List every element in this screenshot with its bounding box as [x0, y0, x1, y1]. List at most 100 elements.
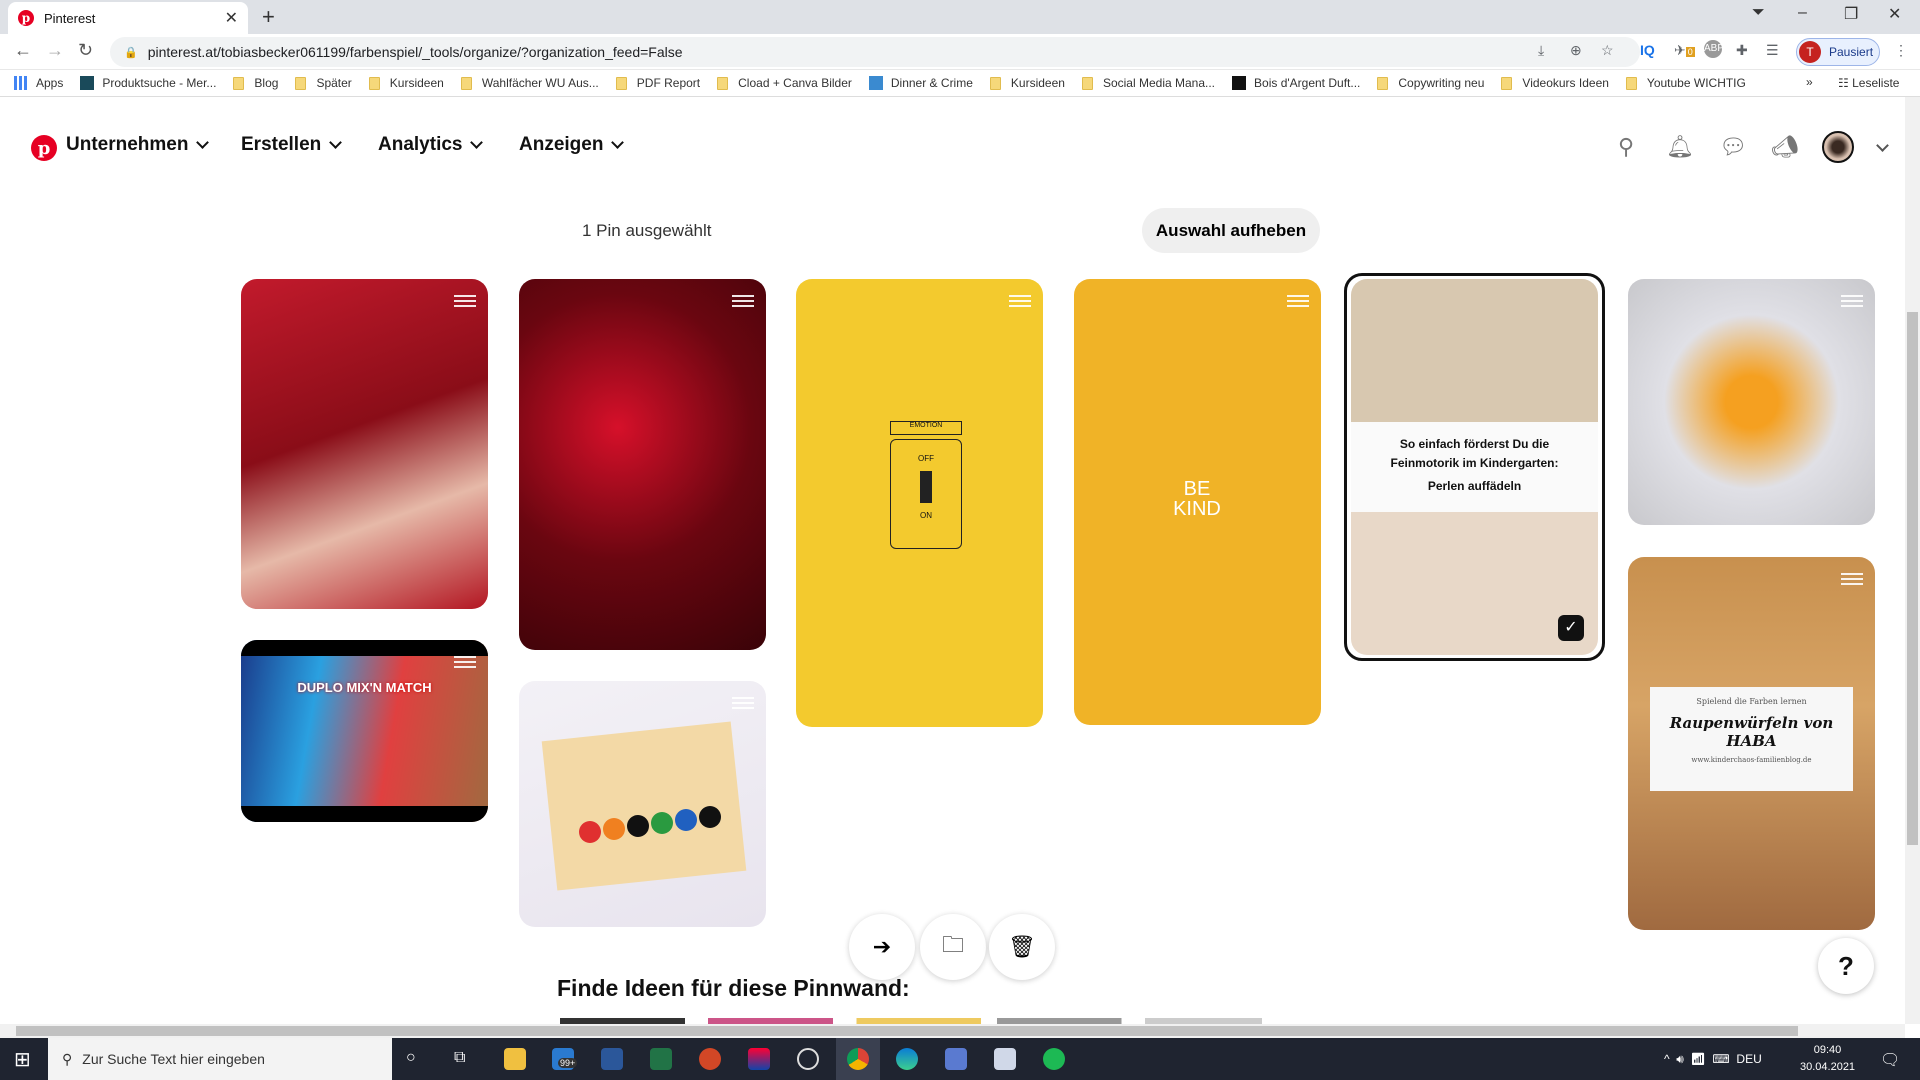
bookmark-item[interactable]: Copywriting neu	[1377, 76, 1484, 90]
language-indicator: DEU	[1736, 1052, 1762, 1066]
bookmark-item[interactable]: Videokurs Ideen	[1501, 76, 1609, 90]
bookmark-item[interactable]: Dinner & Crime	[868, 76, 973, 90]
extension-badge: 0	[1685, 47, 1695, 57]
bookmark-item[interactable]: Youtube WICHTIG	[1625, 76, 1746, 90]
account-chevron-icon[interactable]	[1868, 137, 1889, 155]
drag-handle-icon[interactable]	[1841, 295, 1863, 307]
taskbar-search[interactable]: ⚲ Zur Suche Text hier eingeben	[48, 1038, 392, 1080]
obs-icon[interactable]	[797, 1048, 819, 1070]
bookmark-item[interactable]: Bois d'Argent Duft...	[1232, 76, 1360, 90]
forward-icon[interactable]: →	[46, 40, 64, 61]
nav-erstellen[interactable]: Erstellen	[241, 134, 343, 156]
more-bookmarks-icon[interactable]: »	[1806, 75, 1813, 89]
powerpoint-icon[interactable]	[699, 1048, 721, 1070]
delete-pins-button[interactable]: 🗑︎	[989, 914, 1055, 980]
pin-card[interactable]	[519, 279, 766, 650]
bookmark-item[interactable]: Später	[295, 76, 352, 90]
folder-icon	[460, 76, 472, 90]
cortana-icon[interactable]: ○	[406, 1049, 416, 1067]
close-tab-icon[interactable]: ✕	[225, 8, 238, 28]
system-tray[interactable]: ^ 🔊︎ 📶︎ ⌨ DEU	[1664, 1052, 1762, 1067]
app-icon[interactable]	[994, 1048, 1016, 1070]
nav-unternehmen[interactable]: Unternehmen	[66, 134, 210, 156]
adblock-icon[interactable]: ABP	[1704, 40, 1724, 58]
nav-anzeigen[interactable]: Anzeigen	[519, 134, 625, 156]
reading-list-button[interactable]: ☷ Leseliste	[1838, 76, 1899, 90]
user-avatar[interactable]	[1822, 131, 1854, 163]
reload-icon[interactable]: ↻	[78, 40, 93, 61]
extension-icon[interactable]: ✈ 0	[1674, 42, 1695, 59]
pin-card[interactable]: Spielend die Farben lernen Raupenwürfeln …	[1628, 557, 1875, 930]
tab-search-icon[interactable]: ⏷	[1752, 4, 1765, 22]
app-icon[interactable]	[748, 1048, 770, 1070]
bookmark-item[interactable]: Produktsuche - Mer...	[80, 76, 216, 90]
pin-card[interactable]: DUPLO MIX'N MATCH	[241, 640, 488, 822]
file-explorer-icon[interactable]	[504, 1048, 526, 1070]
iq-extension-icon[interactable]: IQ	[1640, 42, 1655, 58]
site-favicon-icon	[1232, 76, 1247, 90]
puzzle-icon[interactable]: ✚	[1736, 42, 1748, 59]
nav-analytics[interactable]: Analytics	[378, 134, 484, 156]
media-icon[interactable]: ☰	[1766, 42, 1779, 59]
bookmark-item[interactable]: Cload + Canva Bilder	[717, 76, 852, 90]
move-pins-button[interactable]: ➔	[849, 914, 915, 980]
mail-icon[interactable]: 99+	[552, 1048, 578, 1070]
pinterest-logo-icon[interactable]: p	[31, 135, 57, 161]
bookmark-item[interactable]: Kursideen	[989, 76, 1065, 90]
back-icon[interactable]: ←	[14, 40, 32, 61]
bookmark-item[interactable]: Social Media Mana...	[1081, 76, 1215, 90]
drag-handle-icon[interactable]	[1287, 295, 1309, 307]
drag-handle-icon[interactable]	[454, 656, 476, 668]
clock[interactable]: 09:40 30.04.2021	[1800, 1042, 1855, 1076]
menu-icon[interactable]: ⋮	[1894, 42, 1908, 59]
messages-icon[interactable]: 💬︎	[1719, 134, 1747, 160]
address-bar[interactable]: 🔒 pinterest.at/tobiasbecker061199/farben…	[110, 37, 1640, 67]
pin-card[interactable]	[241, 279, 488, 609]
checkmark-icon[interactable]: ✓	[1558, 615, 1584, 641]
bookmark-item[interactable]: Apps	[14, 76, 63, 90]
bookmark-item[interactable]: Wahlfächer WU Aus...	[460, 76, 599, 90]
task-view-icon[interactable]: ⧉	[454, 1049, 465, 1067]
move-icon: ➔	[872, 934, 892, 959]
notifications-icon[interactable]: 🗨︎	[1880, 1050, 1900, 1070]
pin-card[interactable]	[1628, 279, 1875, 525]
drag-handle-icon[interactable]	[1841, 573, 1863, 585]
drag-handle-icon[interactable]	[1009, 295, 1031, 307]
restore-button[interactable]: ❐	[1844, 4, 1858, 24]
folder-icon	[295, 76, 307, 90]
pin-card[interactable]: BE KIND	[1074, 279, 1321, 725]
pin-card[interactable]	[519, 681, 766, 927]
bookmark-item[interactable]: Kursideen	[368, 76, 444, 90]
drag-handle-icon[interactable]	[732, 697, 754, 709]
horizontal-scroll-thumb[interactable]	[16, 1026, 1798, 1036]
install-icon[interactable]: ⤓	[1538, 42, 1544, 59]
excel-icon[interactable]	[650, 1048, 672, 1070]
zoom-icon[interactable]: ⊕	[1570, 42, 1582, 59]
vertical-scroll-thumb[interactable]	[1907, 312, 1918, 845]
close-window-button[interactable]: ✕	[1888, 4, 1901, 24]
pin-card[interactable]: So einfach förderst Du die Feinmotorik im…	[1351, 279, 1598, 655]
spotify-icon[interactable]	[1043, 1048, 1065, 1070]
notifications-bell-icon[interactable]: 🔔︎	[1666, 134, 1694, 160]
drag-handle-icon[interactable]	[732, 295, 754, 307]
announcements-icon[interactable]: 📣︎	[1771, 134, 1799, 160]
new-tab-button[interactable]: +	[262, 4, 275, 30]
pin-title: BE KIND	[1173, 478, 1221, 520]
search-icon[interactable]: ⚲	[1613, 134, 1639, 160]
bookmark-item[interactable]: Blog	[233, 76, 278, 90]
drag-handle-icon[interactable]	[454, 295, 476, 307]
tab-pinterest[interactable]: p Pinterest ✕	[8, 2, 248, 34]
edge-icon[interactable]	[896, 1048, 918, 1070]
profile-button[interactable]: T Pausiert	[1796, 38, 1880, 66]
help-button[interactable]: ?	[1818, 938, 1874, 994]
copy-pins-button[interactable]: 🗀	[920, 914, 986, 980]
chrome-icon[interactable]	[847, 1048, 869, 1070]
pin-card[interactable]: EMOTION OFF ON	[796, 279, 1043, 727]
minimize-button[interactable]: –	[1798, 4, 1807, 22]
bookmark-star-icon[interactable]: ☆	[1601, 42, 1614, 59]
word-icon[interactable]	[601, 1048, 623, 1070]
windows-start-icon[interactable]: ⊞	[14, 1047, 31, 1072]
clear-selection-button[interactable]: Auswahl aufheben	[1142, 208, 1320, 253]
app-icon[interactable]	[945, 1048, 967, 1070]
bookmark-item[interactable]: PDF Report	[615, 76, 700, 90]
